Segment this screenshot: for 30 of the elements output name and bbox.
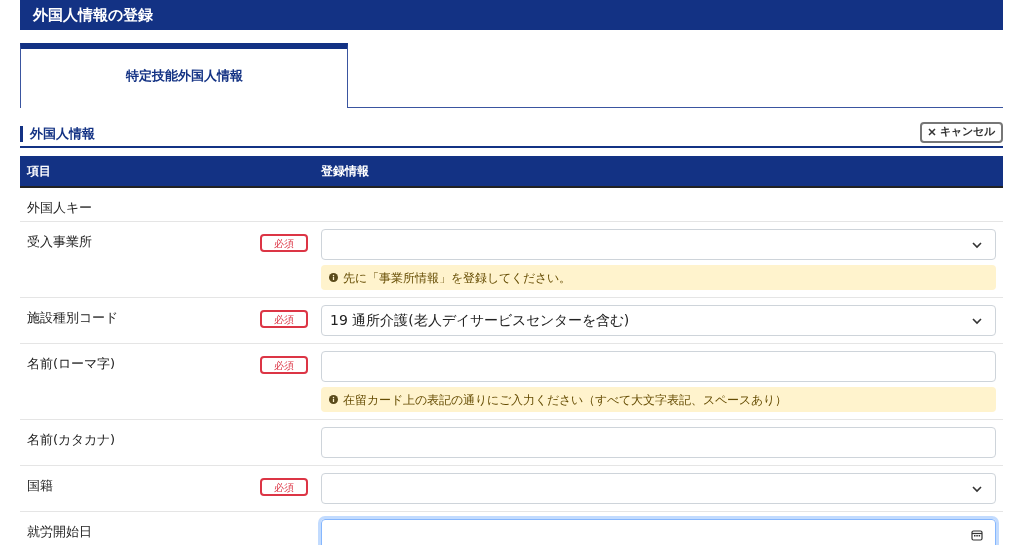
date-field[interactable]: [321, 519, 996, 545]
cancel-button[interactable]: キャンセル: [920, 121, 1003, 143]
field-label: 名前(ローマ字): [27, 356, 116, 371]
required-badge: 必須: [260, 356, 308, 374]
required-badge: 必須: [260, 234, 308, 252]
column-header: 項目: [25, 163, 52, 180]
calendar-icon: [971, 528, 983, 541]
section-title: 外国人情報: [20, 126, 95, 142]
tab[interactable]: 特定技能外国人情報: [20, 43, 348, 108]
input-field[interactable]: [321, 351, 996, 382]
info-icon: [329, 395, 338, 404]
field-label: 外国人キー: [27, 200, 92, 215]
required-badge: 必須: [260, 310, 308, 328]
hint-text: 先に「事業所情報」を登録してください。: [343, 270, 571, 285]
select-field[interactable]: 19 通所介護(老人デイサービスセンターを含む): [321, 305, 996, 336]
page-title: 外国人情報の登録: [33, 4, 153, 26]
select-value: 19 通所介護(老人デイサービスセンターを含む): [330, 311, 630, 330]
select-field[interactable]: [321, 229, 996, 260]
field-label: 就労開始日: [27, 524, 92, 539]
info-icon: [329, 273, 338, 282]
column-header: 登録情報: [321, 163, 369, 180]
field-label: 国籍: [27, 478, 53, 493]
field-label: 受入事業所: [27, 234, 92, 249]
hint-text: 在留カード上の表記の通りにご入力ください（すべて大文字表記、スペースあり）: [343, 392, 787, 407]
required-badge: 必須: [260, 478, 308, 496]
close-icon: [928, 128, 936, 136]
field-label: 施設種別コード: [27, 310, 118, 325]
field-label: 名前(カタカナ): [27, 432, 116, 447]
select-field[interactable]: [321, 473, 996, 504]
input-field[interactable]: [321, 427, 996, 458]
